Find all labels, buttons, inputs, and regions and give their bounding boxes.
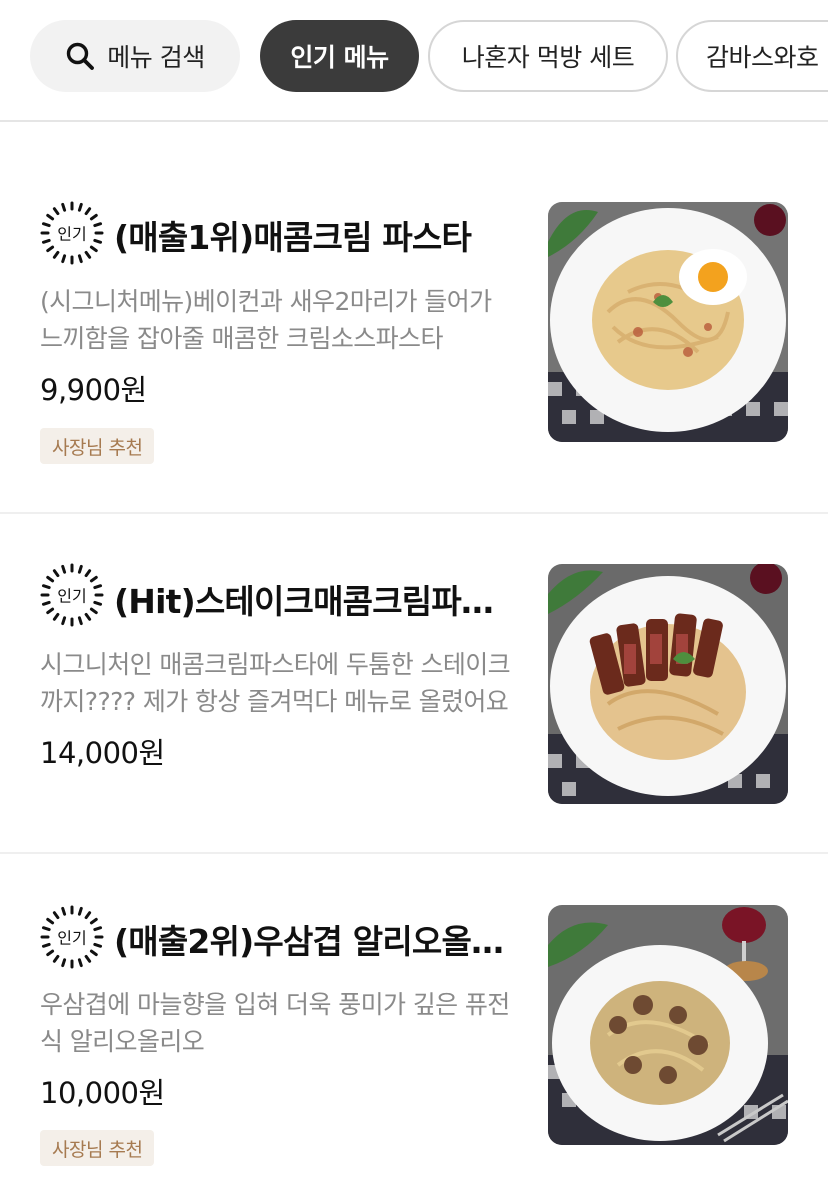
- menu-item[interactable]: 인기 (매출1위)매콤크림 파스타 (시그니처메뉴)베이컨과 새우2마리가 들어…: [0, 122, 828, 514]
- badge-ray: [77, 906, 83, 916]
- badge-ray: [93, 942, 103, 948]
- menu-item-title: (매출2위)우삼겹 알리오올리오: [114, 922, 514, 961]
- badge-ray: [89, 607, 98, 615]
- badge-ray: [41, 222, 51, 228]
- badge-ray: [41, 926, 51, 932]
- badge-ray: [46, 949, 55, 957]
- tab-popular-menu[interactable]: 인기 메뉴: [260, 20, 419, 92]
- badge-ray: [89, 575, 98, 583]
- menu-item-description: (시그니처메뉴)베이컨과 새우2마리가 들어가 느끼함을 잡아줄 매콤한 크림소…: [40, 287, 492, 353]
- badge-ray: [46, 245, 55, 253]
- badge-ray: [61, 202, 67, 212]
- search-icon: [67, 42, 95, 70]
- owner-recommend-tag: 사장님 추천: [40, 1130, 155, 1166]
- badge-ray: [84, 612, 92, 621]
- badge-ray: [77, 254, 83, 264]
- owner-recommend-tag: 사장님 추천: [40, 428, 155, 464]
- badge-ray: [89, 949, 98, 957]
- menu-search-button[interactable]: 메뉴 검색: [30, 20, 240, 92]
- badge-ray: [84, 207, 92, 216]
- badge-ray: [52, 954, 60, 963]
- menu-item-price: 10,000원: [40, 1076, 165, 1110]
- menu-item[interactable]: 인기 (Hit)스테이크매콤크림파스타 시그니처인 매콤크림파스타에 두툼한 스…: [0, 514, 828, 854]
- badge-ray: [77, 564, 83, 574]
- badge-ray: [52, 612, 60, 621]
- menu-search-label: 메뉴 검색: [107, 43, 205, 72]
- tab-label: 나혼자 먹방 세트: [461, 43, 635, 72]
- menu-item-price: 14,000원: [40, 736, 165, 770]
- badge-ray: [89, 213, 98, 221]
- menu-item-photo[interactable]: [548, 564, 788, 804]
- badge-ray: [61, 958, 67, 968]
- badge-ray: [93, 222, 103, 228]
- badge-ray: [84, 250, 92, 259]
- tab-solo-mukbang-set[interactable]: 나혼자 먹방 세트: [428, 20, 668, 92]
- menu-item-photo[interactable]: [548, 905, 788, 1145]
- badge-ray: [61, 616, 67, 626]
- badge-ray: [41, 942, 51, 948]
- popular-badge-icon: 인기: [40, 563, 104, 627]
- badge-ray: [52, 207, 60, 216]
- badge-ray: [89, 917, 98, 925]
- category-tab-bar: 메뉴 검색 인기 메뉴 나혼자 먹방 세트 감바스와호: [0, 0, 828, 122]
- badge-ray: [52, 569, 60, 578]
- badge-ray: [93, 584, 103, 590]
- tab-label: 인기 메뉴: [290, 43, 389, 72]
- badge-ray: [93, 600, 103, 606]
- badge-ray: [52, 911, 60, 920]
- badge-ray: [52, 250, 60, 259]
- badge-ray: [77, 616, 83, 626]
- menu-item-photo[interactable]: [548, 202, 788, 442]
- tab-label: 감바스와호: [706, 43, 819, 72]
- popular-badge-label: 인기: [57, 225, 86, 244]
- badge-ray: [89, 245, 98, 253]
- menu-item-description: 시그니처인 매콤크림파스타에 두툼한 스테이크까지???? 제가 항상 즐겨먹다…: [40, 650, 511, 716]
- badge-ray: [84, 569, 92, 578]
- menu-item[interactable]: 인기 (매출2위)우삼겹 알리오올리오 우삼겹에 마늘향을 입혀 더욱 풍미가 …: [0, 854, 828, 1204]
- badge-ray: [46, 213, 55, 221]
- badge-ray: [93, 238, 103, 244]
- popular-badge-label: 인기: [57, 587, 86, 606]
- popular-badge-icon: 인기: [40, 201, 104, 265]
- menu-item-price: 9,900원: [40, 373, 147, 407]
- badge-ray: [61, 564, 67, 574]
- badge-ray: [84, 911, 92, 920]
- badge-ray: [41, 600, 51, 606]
- badge-ray: [61, 906, 67, 916]
- badge-ray: [61, 254, 67, 264]
- badge-ray: [93, 926, 103, 932]
- badge-ray: [77, 202, 83, 212]
- badge-ray: [84, 954, 92, 963]
- menu-item-title: (매출1위)매콤크림 파스타: [114, 218, 472, 257]
- popular-badge-label: 인기: [57, 929, 86, 948]
- badge-ray: [41, 584, 51, 590]
- menu-item-title: (Hit)스테이크매콤크림파스타: [114, 582, 514, 621]
- popular-badge-icon: 인기: [40, 905, 104, 969]
- badge-ray: [46, 607, 55, 615]
- tab-gambas[interactable]: 감바스와호: [676, 20, 828, 92]
- badge-ray: [77, 958, 83, 968]
- badge-ray: [46, 917, 55, 925]
- menu-item-description: 우삼겹에 마늘향을 입혀 더욱 풍미가 깊은 퓨전식 알리오올리오: [40, 990, 510, 1056]
- badge-ray: [46, 575, 55, 583]
- badge-ray: [41, 238, 51, 244]
